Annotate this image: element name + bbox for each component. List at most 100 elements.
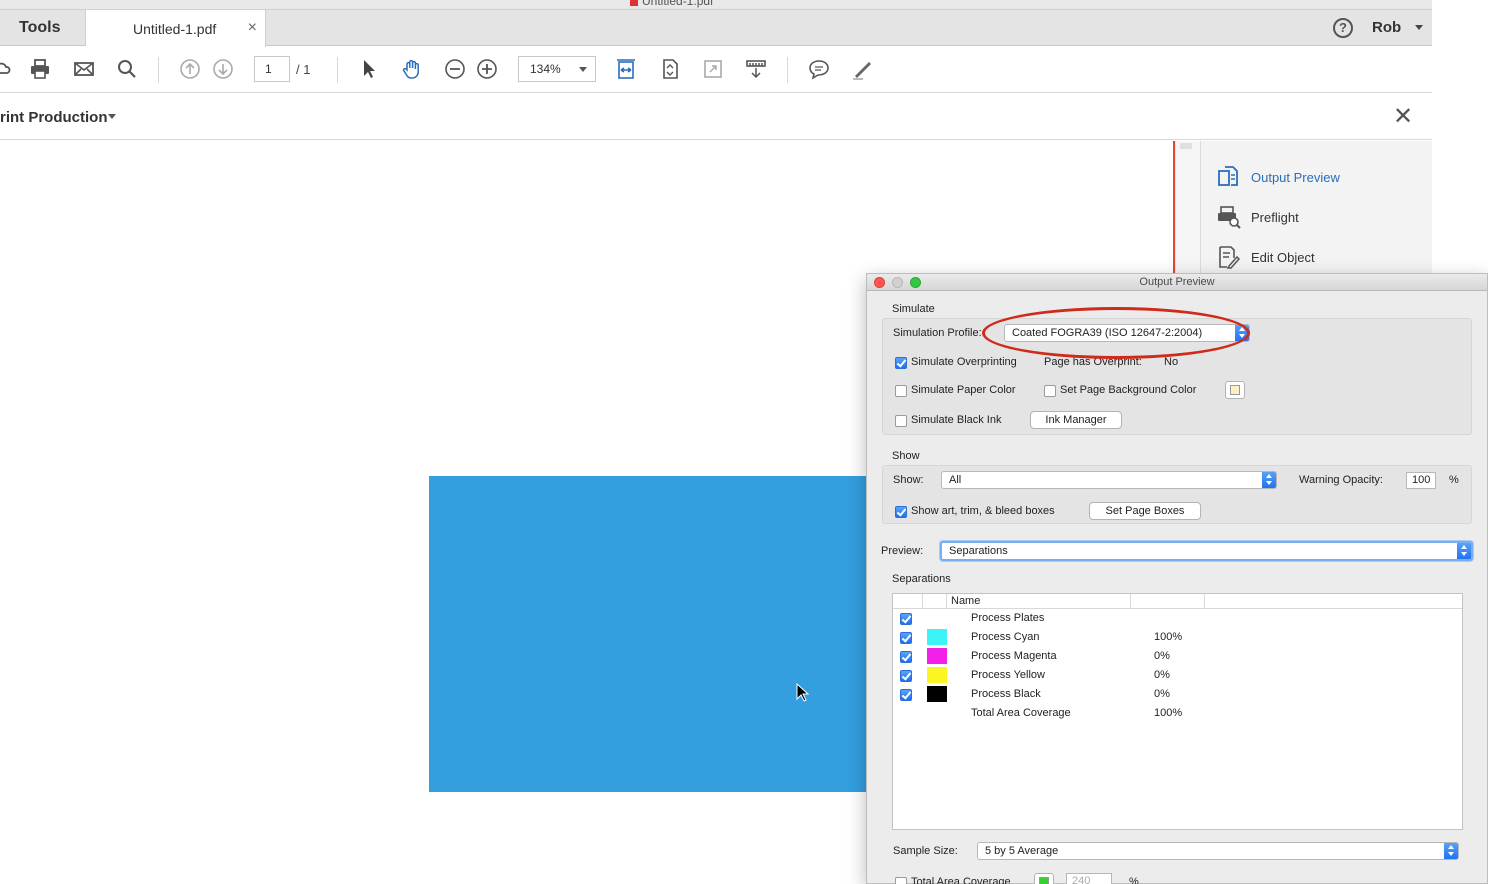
tab-tools[interactable]: Tools [0, 10, 86, 46]
help-icon[interactable]: ? [1333, 18, 1353, 38]
chevron-down-icon[interactable] [108, 114, 116, 119]
right-pane-label: Preflight [1251, 209, 1299, 225]
cloud-icon[interactable] [0, 57, 14, 81]
simulate-paper-color-checkbox[interactable] [895, 385, 907, 397]
close-window-icon[interactable] [874, 277, 885, 288]
right-pane-output-preview[interactable]: Output Preview [1217, 164, 1340, 190]
dialog-title-bar[interactable]: Output Preview [867, 274, 1487, 291]
separation-checkbox[interactable] [900, 613, 912, 625]
print-icon[interactable] [28, 57, 52, 81]
tab-document-label: Untitled-1.pdf [133, 20, 217, 37]
minimize-window-icon[interactable] [892, 277, 903, 288]
sample-size-label: Sample Size: [893, 845, 958, 857]
full-screen-icon[interactable] [701, 57, 725, 81]
simulate-black-ink-checkbox[interactable] [895, 415, 907, 427]
edit-object-icon [1217, 245, 1241, 269]
hand-tool-icon[interactable] [400, 57, 424, 81]
page-background-color-checkbox[interactable] [1044, 385, 1056, 397]
zoom-window-icon[interactable] [910, 277, 921, 288]
warning-opacity-label: Warning Opacity: [1299, 474, 1383, 486]
sample-size-select[interactable]: 5 by 5 Average [977, 842, 1459, 860]
warning-opacity-input[interactable]: 100 [1406, 472, 1436, 489]
simulation-profile-label: Simulation Profile: [893, 327, 982, 339]
dialog-title: Output Preview [1139, 276, 1215, 288]
page-overprint-value: No [1164, 356, 1179, 368]
cyan-swatch [927, 629, 947, 645]
user-name[interactable]: Rob [1372, 19, 1401, 36]
page-total: / 1 [296, 62, 311, 77]
tab-bar: Tools Untitled-1.pdf × ? Rob [0, 10, 1432, 47]
search-icon[interactable] [115, 57, 139, 81]
column-header-check [893, 594, 923, 609]
window-title: Untitled-1.pdf [630, 0, 713, 8]
separation-name: Process Magenta [971, 650, 1057, 662]
pdf-file-icon [630, 0, 638, 7]
scroll-mode-icon[interactable] [744, 57, 768, 81]
ink-manager-button[interactable]: Ink Manager [1030, 411, 1122, 429]
select-stepper-icon [1262, 472, 1276, 488]
next-page-icon[interactable] [211, 57, 235, 81]
tool-panel-title[interactable]: rint Production [0, 109, 108, 126]
user-menu-chevron-down-icon[interactable] [1415, 25, 1423, 30]
separation-checkbox[interactable] [900, 632, 912, 644]
output-preview-icon [1217, 165, 1241, 189]
close-tool-icon[interactable]: ✕ [1393, 105, 1413, 129]
preview-select[interactable]: Separations [940, 541, 1473, 561]
toolbar-divider [337, 57, 338, 83]
preview-label: Preview: [881, 545, 924, 557]
simulate-paper-color-label: Simulate Paper Color [911, 384, 1016, 396]
separation-name: Process Black [971, 688, 1041, 700]
page-number-input[interactable]: 1 [254, 56, 290, 82]
select-arrow-icon[interactable] [357, 57, 381, 81]
previous-page-icon[interactable] [178, 57, 202, 81]
black-swatch [927, 686, 947, 702]
show-value: All [949, 474, 962, 486]
toolbar-divider [787, 57, 788, 83]
column-header-name[interactable]: Name [947, 594, 1131, 609]
set-page-boxes-button[interactable]: Set Page Boxes [1089, 502, 1201, 520]
table-row[interactable]: Process Plates [893, 609, 1462, 628]
preview-value: Separations [949, 545, 1008, 557]
warning-opacity-unit: % [1449, 474, 1459, 486]
fit-page-icon[interactable] [614, 57, 638, 81]
output-preview-dialog: Output Preview Simulate Simulation Profi… [866, 273, 1488, 884]
zoom-out-icon[interactable] [443, 57, 467, 81]
show-boxes-checkbox[interactable] [895, 506, 907, 518]
preflight-icon [1217, 205, 1241, 229]
table-row[interactable]: Process Cyan 100% [893, 628, 1462, 647]
separation-value: 0% [1154, 669, 1170, 681]
page-background-color-swatch[interactable] [1225, 381, 1245, 399]
total-area-coverage-color[interactable] [1034, 873, 1054, 884]
separation-name: Process Plates [971, 612, 1045, 624]
right-pane-edit-object[interactable]: Edit Object [1217, 244, 1315, 270]
show-boxes-label: Show art, trim, & bleed boxes [911, 505, 1055, 517]
simulate-overprinting-checkbox[interactable] [895, 357, 907, 369]
total-area-coverage-checkbox[interactable] [895, 877, 907, 884]
document-blue-rectangle [429, 476, 869, 792]
rotate-page-icon[interactable] [658, 57, 682, 81]
zoom-in-icon[interactable] [475, 57, 499, 81]
tab-document[interactable]: Untitled-1.pdf × [86, 10, 266, 47]
table-row[interactable]: Process Magenta 0% [893, 647, 1462, 666]
separation-checkbox[interactable] [900, 651, 912, 663]
comment-icon[interactable] [807, 57, 831, 81]
separation-checkbox[interactable] [900, 670, 912, 682]
magenta-swatch [927, 648, 947, 664]
right-pane-preflight[interactable]: Preflight [1217, 204, 1299, 230]
table-row[interactable]: Process Yellow 0% [893, 666, 1462, 685]
table-row[interactable]: Process Black 0% [893, 685, 1462, 704]
separation-checkbox[interactable] [900, 689, 912, 701]
right-pane-label: Edit Object [1251, 249, 1315, 265]
color-swatch [1230, 385, 1240, 395]
highlight-pen-icon[interactable] [850, 57, 874, 81]
email-icon[interactable] [72, 57, 96, 81]
scrollbar-thumb[interactable] [1180, 143, 1192, 149]
sample-size-value: 5 by 5 Average [985, 845, 1059, 857]
column-header-swatch [923, 594, 947, 609]
show-select[interactable]: All [941, 471, 1277, 489]
tab-close-icon[interactable]: × [248, 19, 257, 37]
tool-panel-header: rint Production ✕ [0, 94, 1432, 140]
page-background-color-label: Set Page Background Color [1060, 384, 1197, 396]
zoom-select[interactable]: 134% [518, 56, 596, 82]
total-area-coverage-input[interactable]: 240 [1066, 873, 1112, 884]
